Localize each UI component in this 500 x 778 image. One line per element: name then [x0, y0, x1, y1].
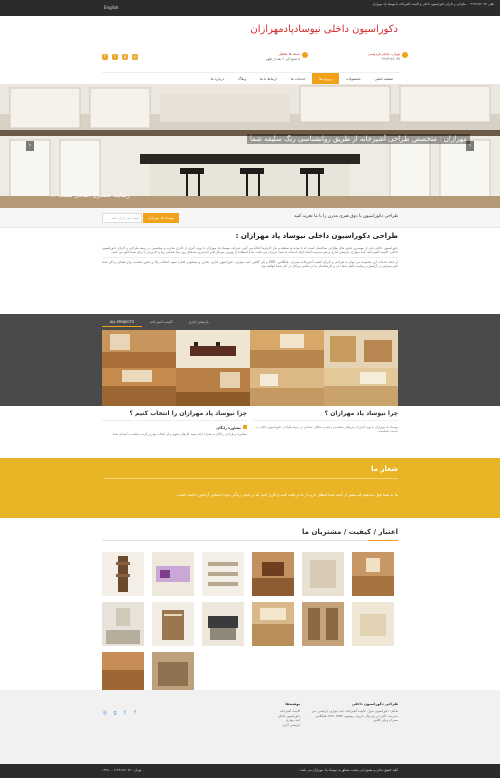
- intro-paragraph-2: از جمله خدمات این مجموعه می توان به طراح…: [102, 259, 398, 268]
- tab-kitchen-cabinets[interactable]: کابینت آشپزخانه: [142, 317, 181, 327]
- gallery-image[interactable]: [102, 602, 144, 646]
- gallery-image[interactable]: [202, 552, 244, 596]
- footer: طراحی دکوراسیون داخلی شامل: دکوراسیون من…: [0, 690, 500, 764]
- language-link[interactable]: English: [104, 5, 118, 10]
- project-thumbnail[interactable]: [324, 368, 398, 406]
- gallery-image[interactable]: [302, 552, 344, 596]
- clients-gallery: اعتبار / کیفیت / مشتریان ما: [0, 522, 500, 696]
- tab-all-projects[interactable]: ALL PROJECTS: [102, 317, 142, 327]
- footer-about-text: شامل: دکوراسیون منزل، کابینت آشپزخانه، ک…: [311, 709, 398, 723]
- facebook-icon[interactable]: f: [102, 54, 108, 60]
- footer-post-link[interactable]: پارتیشن اداری: [250, 723, 300, 727]
- twitter-icon[interactable]: t: [122, 710, 128, 716]
- twitter-icon[interactable]: t: [112, 54, 118, 60]
- gallery-image[interactable]: [152, 602, 194, 646]
- gallery-divider: [102, 540, 398, 541]
- main-nav: صفحه اصلی محصولات پروژه ها خدمات ما ارتب…: [102, 72, 400, 85]
- intro-section: طراحی دکوراسیون داخلی نیوساد پاد مهرازان…: [102, 232, 398, 268]
- google-plus-icon[interactable]: g: [122, 54, 128, 60]
- contact-address-line: ۰۹۱۲۳۱۸۶۰۹۷: [379, 57, 400, 61]
- why-us-block: چرا نیوساد پاد مهرازان ؟ نیوساد پاد مهرا…: [253, 410, 398, 433]
- top-bar-text: تلفن: ۰۹۱۲۳۱۸۶۰۹۷ - طراحی و اجرای دکوراس…: [372, 2, 494, 6]
- contact-address: تهران، خیابان فردوسی ۰۹۱۲۳۱۸۶۰۹۷: [330, 52, 408, 62]
- hero-slider: مهرازان : متخصص طراحی آشپزخانه از طریق ر…: [0, 84, 500, 208]
- intro-heading: طراحی دکوراسیون داخلی نیوساد پاد مهرازان…: [235, 232, 398, 240]
- slogan-section: شعار ما ما به شما قول میدهیم که بیشتر از…: [0, 458, 500, 518]
- check-icon: [243, 425, 247, 429]
- gallery-image[interactable]: [102, 552, 144, 596]
- instagram-icon[interactable]: ◎: [102, 710, 108, 716]
- why-choose-subtitle-text: مشاوره رایگان: [216, 426, 241, 430]
- slider-next-button[interactable]: ›: [466, 141, 474, 151]
- slogan-divider: [104, 478, 398, 479]
- clock-icon: [302, 52, 308, 58]
- intro-divider: [102, 256, 398, 258]
- gallery-image[interactable]: [202, 602, 244, 646]
- newsletter-submit-button[interactable]: نیوساد پاد مهرازان: [143, 213, 179, 223]
- gallery-image[interactable]: [252, 552, 294, 596]
- project-thumbnail[interactable]: [250, 368, 324, 406]
- footer-social: ◎ g t f: [102, 710, 138, 716]
- slogan-title: شعار ما: [371, 465, 398, 473]
- newsletter-bar: طراحی دکوراسیون با ذوق هنری مدرن را با م…: [0, 208, 500, 228]
- why-us-text: نیوساد پاد مهرازان با بهره گیری از نیروه…: [255, 425, 398, 434]
- kitchen-photo: [0, 84, 500, 208]
- why-us-title: چرا نیوساد پاد مهرازان ؟: [253, 410, 398, 421]
- gallery-divider-accent: [368, 540, 398, 541]
- project-thumbnail[interactable]: [250, 330, 324, 368]
- header-social: f t g ◎: [102, 54, 138, 60]
- gallery-title: اعتبار / کیفیت / مشتریان ما: [302, 528, 398, 536]
- footer-posts: نوشته‌ها کابینت آشپزخانه دکوراسیون داخلی…: [250, 702, 300, 727]
- slider-prev-button[interactable]: ‹: [26, 141, 34, 151]
- project-thumbnail[interactable]: [176, 368, 250, 406]
- contact-hours: جمعه ها تعطیل ۸ صبح الی ۶ بعد از ظهر: [240, 52, 308, 62]
- google-plus-icon[interactable]: g: [112, 710, 118, 716]
- page: تلفن: ۰۹۱۲۳۱۸۶۰۹۷ - طراحی و اجرای دکوراس…: [0, 0, 500, 778]
- footer-about-title: طراحی دکوراسیون داخلی: [351, 702, 398, 706]
- instagram-icon[interactable]: ◎: [132, 54, 138, 60]
- why-choose-block: چرا نیوساد پاد مهرازان را انتخاب کنیم ؟ …: [102, 410, 247, 436]
- gallery-grid: [102, 552, 398, 696]
- why-choose-title: چرا نیوساد پاد مهرازان را انتخاب کنیم ؟: [102, 410, 247, 421]
- footer-about: طراحی دکوراسیون داخلی شامل: دکوراسیون من…: [308, 702, 398, 723]
- projects-section: ALL PROJECTS کابینت آشپزخانه پارتیشن ادا…: [0, 314, 500, 406]
- intro-paragraph-1: دکوراسیون داخلی یکی از مهمترین بخش های ط…: [102, 246, 398, 255]
- copyright-text: کلیه حقوق مادی و معنوی این سایت متعلق به…: [300, 768, 398, 772]
- bottom-contact-text: تهران - ۰۹۱۲۳۱۸۶۰۹۷ - ۱۳۹۸: [102, 768, 142, 772]
- project-thumbnail[interactable]: [102, 368, 176, 406]
- newsletter-email-input[interactable]: ایمیل خود را وارد کنید: [102, 213, 142, 223]
- project-thumbnail[interactable]: [324, 330, 398, 368]
- site-title[interactable]: دکوراسیون داخلی نیوسادپادمهرازان: [250, 24, 398, 35]
- header: دکوراسیون داخلی نیوسادپادمهرازان تهران، …: [0, 16, 500, 72]
- bottom-bar: کلیه حقوق مادی و معنوی این سایت متعلق به…: [0, 764, 500, 778]
- project-grid: [102, 330, 398, 406]
- location-icon: [402, 52, 408, 58]
- project-tabs: ALL PROJECTS کابینت آشپزخانه پارتیشن ادا…: [102, 317, 398, 327]
- why-choose-text: مشاوره و طراحی رایگان به همراه ارائه نمو…: [112, 432, 247, 436]
- gallery-image[interactable]: [252, 602, 294, 646]
- tab-office-partition[interactable]: پارتیشن اداری: [181, 317, 217, 327]
- project-thumbnail[interactable]: [102, 330, 176, 368]
- gallery-image[interactable]: [302, 602, 344, 646]
- contact-hours-line: ۸ صبح الی ۶ بعد از ظهر: [265, 57, 300, 61]
- footer-posts-title: نوشته‌ها: [285, 702, 300, 706]
- top-bar: تلفن: ۰۹۱۲۳۱۸۶۰۹۷ - طراحی و اجرای دکوراس…: [0, 0, 500, 16]
- gallery-image[interactable]: [352, 602, 394, 646]
- project-thumbnail[interactable]: [176, 330, 250, 368]
- gallery-image[interactable]: [152, 552, 194, 596]
- slide-caption: مهرازان : متخصص طراحی آشپزخانه از طریق ر…: [247, 134, 470, 144]
- slogan-text: ما به شما قول میدهیم که بیشتر از آنچه شم…: [174, 492, 398, 497]
- gallery-image[interactable]: [352, 552, 394, 596]
- facebook-icon[interactable]: f: [132, 710, 138, 716]
- why-choose-subtitle: مشاوره رایگان: [102, 425, 247, 430]
- newsletter-text: طراحی دکوراسیون با ذوق هنری مدرن را با م…: [294, 214, 398, 219]
- slide-caption-secondary: رضایت مشتری اتفاقی نیست ...: [50, 192, 130, 199]
